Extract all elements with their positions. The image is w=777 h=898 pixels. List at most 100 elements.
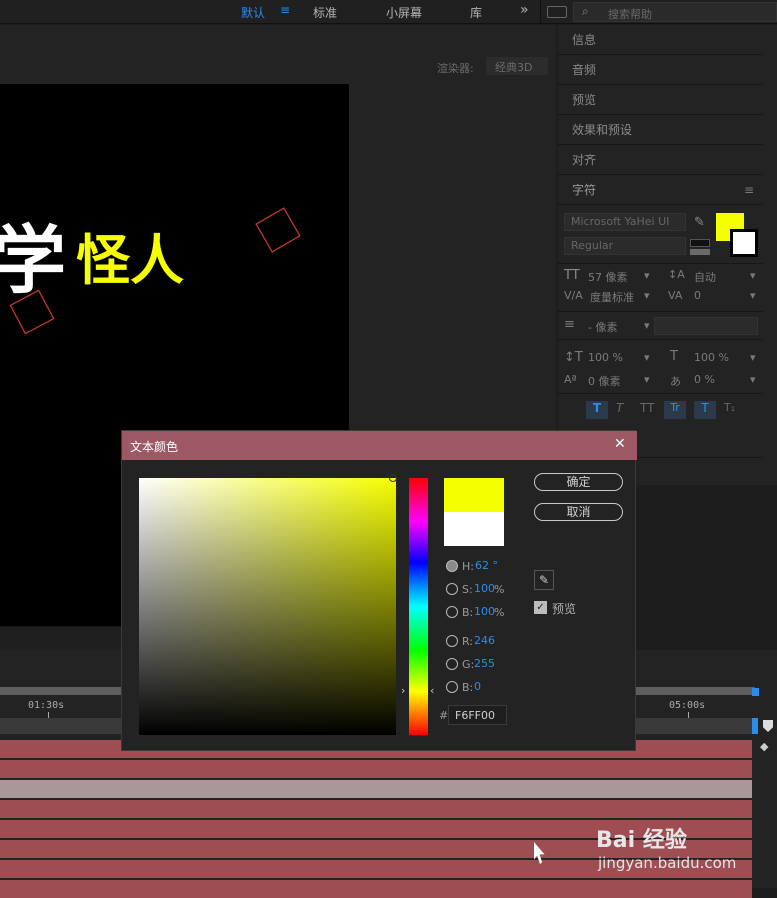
panel-effects[interactable]: 效果和预设 <box>558 115 763 145</box>
eyedropper-icon[interactable]: ✎ <box>534 570 554 590</box>
h-radio[interactable] <box>446 560 458 572</box>
renderer-select[interactable]: 经典3D <box>486 57 548 75</box>
layer-track[interactable] <box>0 760 752 778</box>
saturation-brightness-field[interactable] <box>139 474 397 735</box>
s-radio[interactable] <box>446 583 458 595</box>
text-color-dialog: 文本颜色 ✕ › ‹ H: 62 ° S: 100 % B: 100 % R: … <box>121 430 637 751</box>
hue-slider[interactable] <box>409 478 428 735</box>
hue-slider-left-arrow-icon[interactable]: › <box>401 684 405 697</box>
stroke-width-icon: ≡ <box>564 317 575 332</box>
square-shape-top <box>255 207 301 253</box>
r-value[interactable]: 246 <box>474 634 495 647</box>
stroke-color-swatch[interactable] <box>730 229 758 257</box>
s-value[interactable]: 100 <box>474 582 495 595</box>
all-caps-button[interactable]: TT <box>640 401 654 415</box>
close-icon[interactable]: ✕ <box>614 436 626 452</box>
leading-icon: ↕A <box>668 268 685 281</box>
b-label: B: <box>462 606 474 619</box>
panel-preview[interactable]: 预览 <box>558 85 763 115</box>
panel-align[interactable]: 对齐 <box>558 145 763 175</box>
eyedropper-icon[interactable]: ✎ <box>694 215 705 230</box>
panel-info[interactable]: 信息 <box>558 25 763 55</box>
b-unit: % <box>494 606 505 619</box>
navigator-end-handle[interactable] <box>752 718 758 734</box>
vertical-scale-icon: ↕T <box>564 350 583 365</box>
faux-italic-button[interactable]: T <box>616 401 623 415</box>
search-input[interactable]: ⌕ 搜索帮助 <box>573 2 777 22</box>
dialog-titlebar[interactable]: 文本颜色 ✕ <box>122 431 637 460</box>
b-radio[interactable] <box>446 606 458 618</box>
workspace-standard[interactable]: 标准 <box>313 4 337 21</box>
search-placeholder: 搜索帮助 <box>608 8 652 21</box>
kerning-chevron-icon[interactable]: ▾ <box>644 289 650 302</box>
panel-menu-icon[interactable]: ≡ <box>744 183 754 197</box>
work-area-end-handle[interactable] <box>752 688 759 696</box>
h-value[interactable]: 62 ° <box>475 559 498 572</box>
ok-button[interactable]: 确定 <box>534 473 623 491</box>
keyframe-nav-icon[interactable]: ◆ <box>760 740 774 754</box>
workspace-small-screen[interactable]: 小屏幕 <box>386 4 422 21</box>
divider <box>558 393 763 394</box>
kerning-value[interactable]: 度量标准 <box>590 289 634 305</box>
workspace-menu-icon[interactable]: ≡ <box>280 3 290 17</box>
tsume-value[interactable]: 0 % <box>694 373 715 386</box>
color-picker-cursor[interactable] <box>389 474 397 482</box>
workspace-library[interactable]: 库 <box>470 4 482 21</box>
leading-value[interactable]: 自动 <box>694 269 716 285</box>
workspace-more-icon[interactable]: » <box>520 2 529 18</box>
horizontal-scale-chevron-icon[interactable]: ▾ <box>750 351 756 364</box>
original-color-swatch[interactable] <box>444 512 504 546</box>
tsume-chevron-icon[interactable]: ▾ <box>750 373 756 386</box>
font-family-select[interactable]: Microsoft YaHei UI <box>564 213 686 231</box>
renderer-row: 渲染器: 经典3D <box>0 56 556 78</box>
baidu-watermark: Bai 经验 jingyan.baidu.com <box>596 820 776 884</box>
blue-value[interactable]: 0 <box>474 680 481 693</box>
font-size-value[interactable]: 57 像素 <box>588 269 628 285</box>
tracking-value[interactable]: 0 <box>694 289 701 302</box>
layer-track[interactable] <box>0 800 752 818</box>
cancel-button[interactable]: 取消 <box>534 503 623 521</box>
swap-color-icon[interactable] <box>690 239 710 247</box>
vertical-scale-chevron-icon[interactable]: ▾ <box>644 351 650 364</box>
font-style-select[interactable]: Regular <box>564 237 686 255</box>
faux-bold-button[interactable]: T <box>586 401 608 419</box>
watermark-brand: Bai 经验 <box>596 828 687 853</box>
divider <box>558 263 763 264</box>
small-caps-button[interactable]: Tr <box>664 401 686 419</box>
hex-input[interactable]: F6FF00 <box>448 705 507 725</box>
panel-audio[interactable]: 音频 <box>558 55 763 85</box>
blue-radio[interactable] <box>446 681 458 693</box>
tracking-chevron-icon[interactable]: ▾ <box>750 289 756 302</box>
b-value[interactable]: 100 <box>474 605 495 618</box>
panel-character[interactable]: 字符 <box>558 175 763 205</box>
preview-checkbox[interactable]: ✓ <box>534 601 547 614</box>
stroke-width-value[interactable]: - 像素 <box>588 319 617 335</box>
workspace-bar: 默认 ≡ 标准 小屏幕 库 » ⌕ 搜索帮助 <box>0 0 777 24</box>
baseline-chevron-icon[interactable]: ▾ <box>644 373 650 386</box>
stroke-mode-select[interactable] <box>654 317 758 335</box>
layer-track-selected[interactable] <box>0 780 752 798</box>
s-unit: % <box>494 583 505 596</box>
playhead-icon[interactable] <box>763 720 773 732</box>
leading-chevron-icon[interactable]: ▾ <box>750 269 756 282</box>
divider <box>540 0 541 24</box>
right-panel: 信息 音频 预览 效果和预设 对齐 字符 ≡ Microsoft YaHei U… <box>558 25 777 485</box>
horizontal-scale-value[interactable]: 100 % <box>694 351 729 364</box>
s-label: S: <box>462 583 473 596</box>
superscript-button[interactable]: T <box>694 401 716 419</box>
no-color-icon[interactable] <box>690 249 710 255</box>
g-value[interactable]: 255 <box>474 657 495 670</box>
workspace-default[interactable]: 默认 <box>241 4 265 21</box>
stroke-width-chevron-icon[interactable]: ▾ <box>644 319 650 332</box>
vertical-scale-value[interactable]: 100 % <box>588 351 623 364</box>
preview-label: 预览 <box>552 602 577 616</box>
hue-slider-right-arrow-icon[interactable]: ‹ <box>430 684 434 697</box>
hex-hash: # <box>439 709 449 722</box>
subscript-button[interactable]: T₁ <box>724 401 735 414</box>
panel-toggle-icon[interactable] <box>547 6 567 18</box>
r-radio[interactable] <box>446 635 458 647</box>
baseline-value[interactable]: 0 像素 <box>588 373 621 389</box>
font-size-chevron-icon[interactable]: ▾ <box>644 269 650 282</box>
g-radio[interactable] <box>446 658 458 670</box>
r-label: R: <box>462 635 474 648</box>
